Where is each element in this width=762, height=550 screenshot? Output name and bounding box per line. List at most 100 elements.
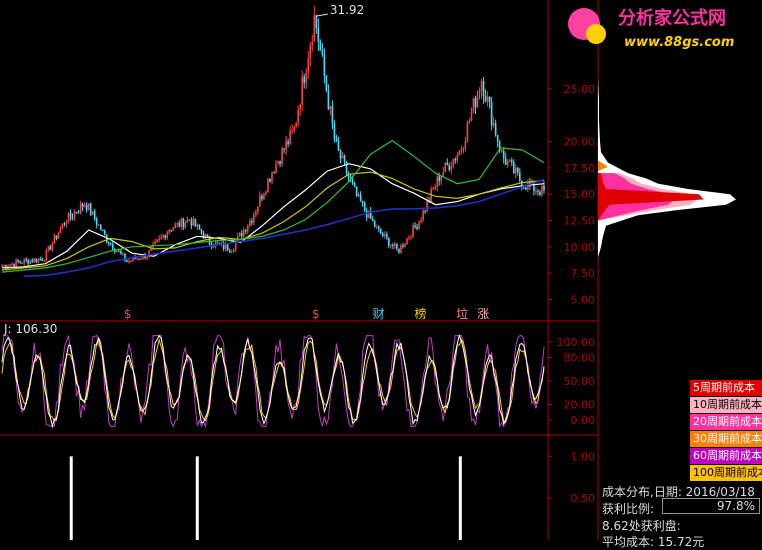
candle-body [3,264,5,266]
candle-body [341,155,344,159]
cost-legend-item: 20周期前成本 [690,414,762,430]
candle-body [238,232,241,237]
candle-body [33,258,36,263]
candle-body [426,200,428,211]
candle-body [512,162,515,174]
candle-body [386,234,388,238]
price-tick-label: 10.00 [564,241,596,254]
candle-body [480,81,483,91]
candle-body [25,259,27,261]
candle-body [212,246,215,248]
candle-body [402,245,404,248]
candle-body [21,262,23,264]
candle-body [468,120,471,123]
candle-body [19,261,21,263]
candle-body [345,161,348,174]
candle-body [9,264,11,267]
candle-body [71,216,74,218]
peak-pointer [315,13,328,17]
chart-frame [0,0,599,540]
candle-body [484,96,487,102]
candle-body [200,229,203,233]
kdj-tick-label: 80.00 [564,352,596,365]
kdj-lines [1,333,545,429]
candle-body [194,218,197,227]
candle-body [291,130,293,132]
candle-body [537,190,539,192]
candle-body [188,219,191,221]
candle-body [325,75,328,91]
candle-body [206,234,209,236]
candle-body [454,159,457,161]
candle-body [87,203,90,210]
price-tick-label: 17.50 [564,162,596,175]
kdj-tick-label: 0.00 [571,414,596,427]
signal-bar [69,456,73,540]
candle-body [164,235,166,238]
candle-body [375,226,378,228]
candle-body [539,191,541,195]
candle-body [136,258,138,260]
candle-body [112,243,114,250]
cost-legend-item: 5周期前成本 [690,380,762,396]
candle-body [353,183,356,187]
candle-body [448,165,451,170]
candle-body [39,258,42,260]
signal-tick-label: 1.00 [571,450,596,463]
candle-body [406,238,408,244]
candle-body [57,233,60,239]
event-marker: $ [312,307,320,321]
candle-body [523,187,525,189]
candle-body [97,224,100,226]
candle-body [13,263,15,267]
candle-body [138,258,140,260]
candle-body [373,221,376,228]
candle-body [77,212,80,214]
candle-body [466,122,469,142]
candle-body [244,230,247,232]
candle-body [89,203,92,215]
peak-price-label: 31.92 [330,3,364,17]
candle-body [158,238,160,240]
candle-body [267,178,269,192]
candle-body [525,187,527,190]
candle-body [446,162,449,166]
candle-body [107,242,110,244]
candle-body [301,76,304,105]
candle-body [516,167,519,173]
k-line [1,333,545,429]
candle-body [379,228,382,234]
candle-body [307,59,310,73]
candle-body [263,194,265,200]
candle-body [311,41,314,46]
candle-body [67,212,70,224]
candle-body [41,259,44,262]
candle-body [61,223,64,229]
candle-body [337,141,340,151]
moving-averages [1,13,545,278]
cost-distribution [598,78,736,258]
candle-body [317,27,320,42]
candle-body [390,244,392,246]
candle-body [140,258,142,260]
candle-body [11,263,13,265]
candle-body [506,161,509,165]
candle-body [508,160,511,162]
candle-body [394,243,396,247]
candle-body [416,226,418,229]
price-tick-label: 20.00 [564,136,596,149]
candle-body [436,176,438,187]
candle-body [160,236,162,239]
candle-body [275,163,277,173]
candle-body [59,228,62,234]
candle-body [281,148,283,164]
candle-body [359,193,362,202]
cost-legend-item: 100周期前成本 [690,465,762,481]
candle-body [313,15,316,42]
cost-legend-item: 30周期前成本 [690,431,762,447]
kdj-axis-ticks: 100.00 80.00 50.00 20.00 0.00 [548,336,595,427]
event-marker: 涨 [477,306,489,321]
candle-body [283,148,285,150]
candle-body [184,222,187,228]
ma-line [1,163,545,269]
